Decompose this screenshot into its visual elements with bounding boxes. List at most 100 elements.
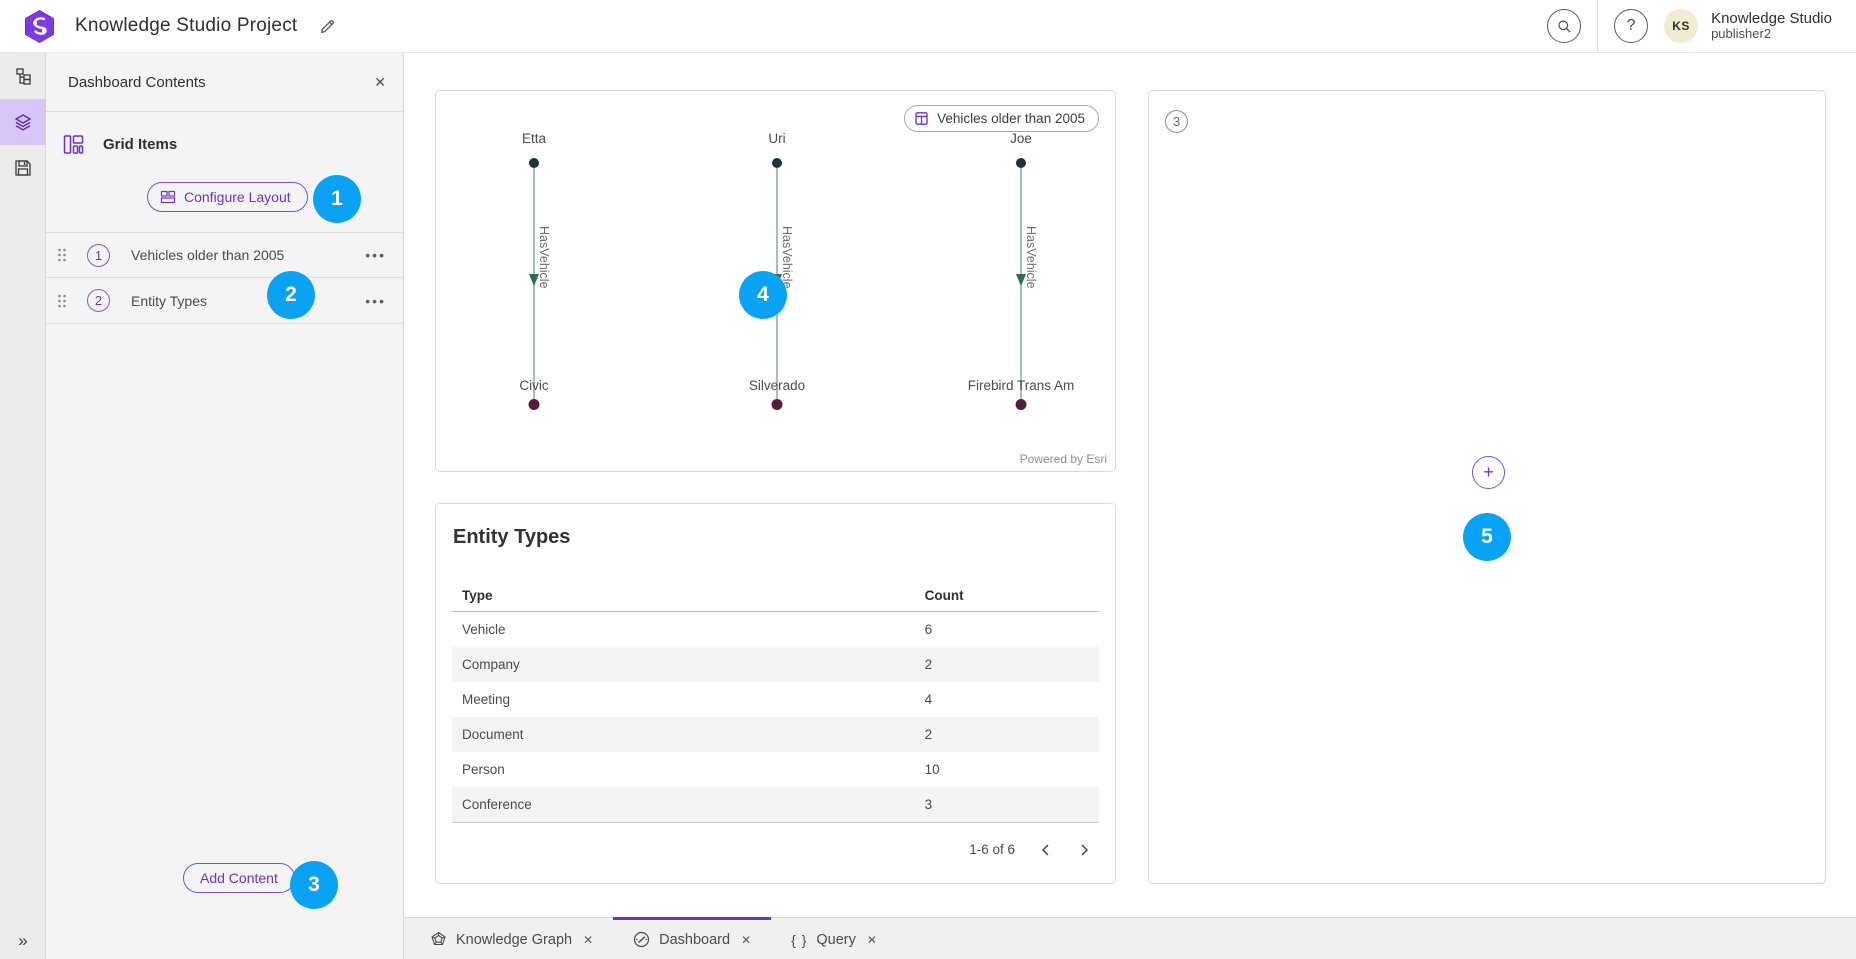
section-title: Grid Items [103,136,177,153]
cell-count: 6 [915,622,1099,637]
card-title: Entity Types [453,526,1115,549]
help-button[interactable]: ? [1614,9,1648,43]
table-row[interactable]: Conference 3 [452,787,1099,822]
configure-layout-button[interactable]: Configure Layout [147,182,308,212]
close-tab-icon[interactable]: ✕ [583,933,593,947]
header-divider [1597,0,1598,53]
graph-node-label[interactable]: Joe [1010,131,1032,146]
dashboard-gauge-icon [633,931,650,948]
expand-panel-button[interactable]: » [0,931,46,951]
graph-node-person[interactable] [529,158,539,168]
tab-knowledge-graph[interactable]: Knowledge Graph ✕ [410,917,613,959]
sidebar-rail: » [0,53,46,959]
annotation-badge-2: 2 [267,271,315,319]
chip-label: Vehicles older than 2005 [937,111,1085,126]
graph-node-label[interactable]: Etta [522,131,546,146]
bottom-tab-bar: Knowledge Graph ✕ Dashboard ✕ { } Query … [404,917,1856,959]
search-icon [1557,19,1572,34]
entity-types-card: Entity Types Type Count Vehicle 6 Compan… [435,503,1116,884]
cell-count: 3 [915,797,1099,812]
hierarchy-icon [14,67,33,86]
grid-items-list: 1 Vehicles older than 2005 ••• 2 Entity … [46,232,403,324]
table-row[interactable]: Document 2 [452,717,1099,752]
graph-node-person[interactable] [772,158,782,168]
list-item-vehicles[interactable]: 1 Vehicles older than 2005 ••• [46,232,403,278]
annotation-badge-1: 1 [313,175,361,223]
next-page-icon[interactable] [1077,843,1091,857]
previous-page-icon[interactable] [1039,843,1053,857]
empty-grid-cell-card: 3 + [1148,90,1826,884]
graph-edge-label: HasVehicle [1024,226,1038,346]
edit-title-icon[interactable] [319,18,336,35]
table-row[interactable]: Vehicle 6 [452,612,1099,647]
page-title: Knowledge Studio Project [75,15,297,37]
table-row[interactable]: Meeting 4 [452,682,1099,717]
tab-query[interactable]: { } Query ✕ [771,917,897,959]
rail-item-hierarchy[interactable] [0,53,46,99]
layers-icon [13,112,33,132]
table-row[interactable]: Company 2 [452,647,1099,682]
graph-node-vehicle[interactable] [529,399,540,410]
cell-count: 2 [915,727,1099,742]
drag-handle-icon[interactable] [56,247,68,263]
user-role: publisher2 [1711,27,1832,42]
close-tab-icon[interactable]: ✕ [741,933,751,947]
tab-label: Dashboard [659,932,730,948]
entity-types-table: Type Count Vehicle 6 Company 2 Meeting 4… [452,579,1099,823]
header-actions: ? KS Knowledge Studio publisher2 [1547,0,1856,53]
item-options-icon[interactable]: ••• [365,293,386,309]
list-item-label: Entity Types [131,293,207,309]
column-header-count: Count [915,588,1099,603]
cell-number-badge: 3 [1165,110,1188,133]
search-button[interactable] [1547,9,1581,43]
panel-title: Dashboard Contents [68,74,206,91]
app-header: Knowledge Studio Project ? KS Knowledge … [0,0,1856,53]
tab-dashboard[interactable]: Dashboard ✕ [613,917,771,959]
cell-count: 10 [915,762,1099,777]
graph-node-vehicle[interactable] [1016,399,1027,410]
list-item-label: Vehicles older than 2005 [131,247,284,263]
graph-node-label[interactable]: Uri [768,131,785,146]
add-content-button[interactable]: Add Content [183,863,295,893]
avatar-initials: KS [1672,19,1690,33]
esri-attribution: Powered by Esri [1020,452,1107,466]
item-options-icon[interactable]: ••• [365,247,386,263]
graph-node-vehicle[interactable] [772,399,783,410]
rail-item-layers[interactable] [0,99,46,145]
annotation-badge-3: 3 [290,861,338,909]
avatar[interactable]: KS [1664,9,1698,43]
user-name: Knowledge Studio [1711,10,1832,27]
graph-node-person[interactable] [1016,158,1026,168]
graph-node-label[interactable]: Silverado [749,378,805,393]
graph-source-chip[interactable]: Vehicles older than 2005 [904,105,1099,132]
help-icon: ? [1627,17,1636,35]
drag-handle-icon[interactable] [56,293,68,309]
cell-count: 4 [915,692,1099,707]
rail-item-save[interactable] [0,145,46,191]
item-number-badge: 2 [87,289,110,312]
grid-items-section: Grid Items [62,133,403,156]
tab-label: Knowledge Graph [456,932,572,948]
annotation-badge-4: 4 [739,271,787,319]
user-info[interactable]: Knowledge Studio publisher2 [1711,10,1832,42]
table-footer-divider [452,822,1099,823]
query-braces-icon: { } [791,932,807,948]
close-tab-icon[interactable]: ✕ [867,933,877,947]
configure-layout-icon [160,189,176,205]
cell-type: Company [452,657,915,672]
knowledge-graph-icon [430,931,447,948]
graph-node-label[interactable]: Civic [519,378,548,393]
app-logo-icon [24,10,55,43]
pagination: 1-6 of 6 [969,842,1091,857]
close-panel-icon[interactable]: ✕ [374,74,386,91]
table-row[interactable]: Person 10 [452,752,1099,787]
pagination-range-label: 1-6 of 6 [969,842,1015,857]
list-item-entity-types[interactable]: 2 Entity Types ••• [46,278,403,324]
cell-count: 2 [915,657,1099,672]
add-widget-button[interactable]: + [1472,456,1505,489]
cell-type: Meeting [452,692,915,707]
cell-type: Vehicle [452,622,915,637]
tab-label: Query [816,932,856,948]
panel-header: Dashboard Contents ✕ [46,53,403,112]
graph-node-label[interactable]: Firebird Trans Am [968,378,1075,393]
